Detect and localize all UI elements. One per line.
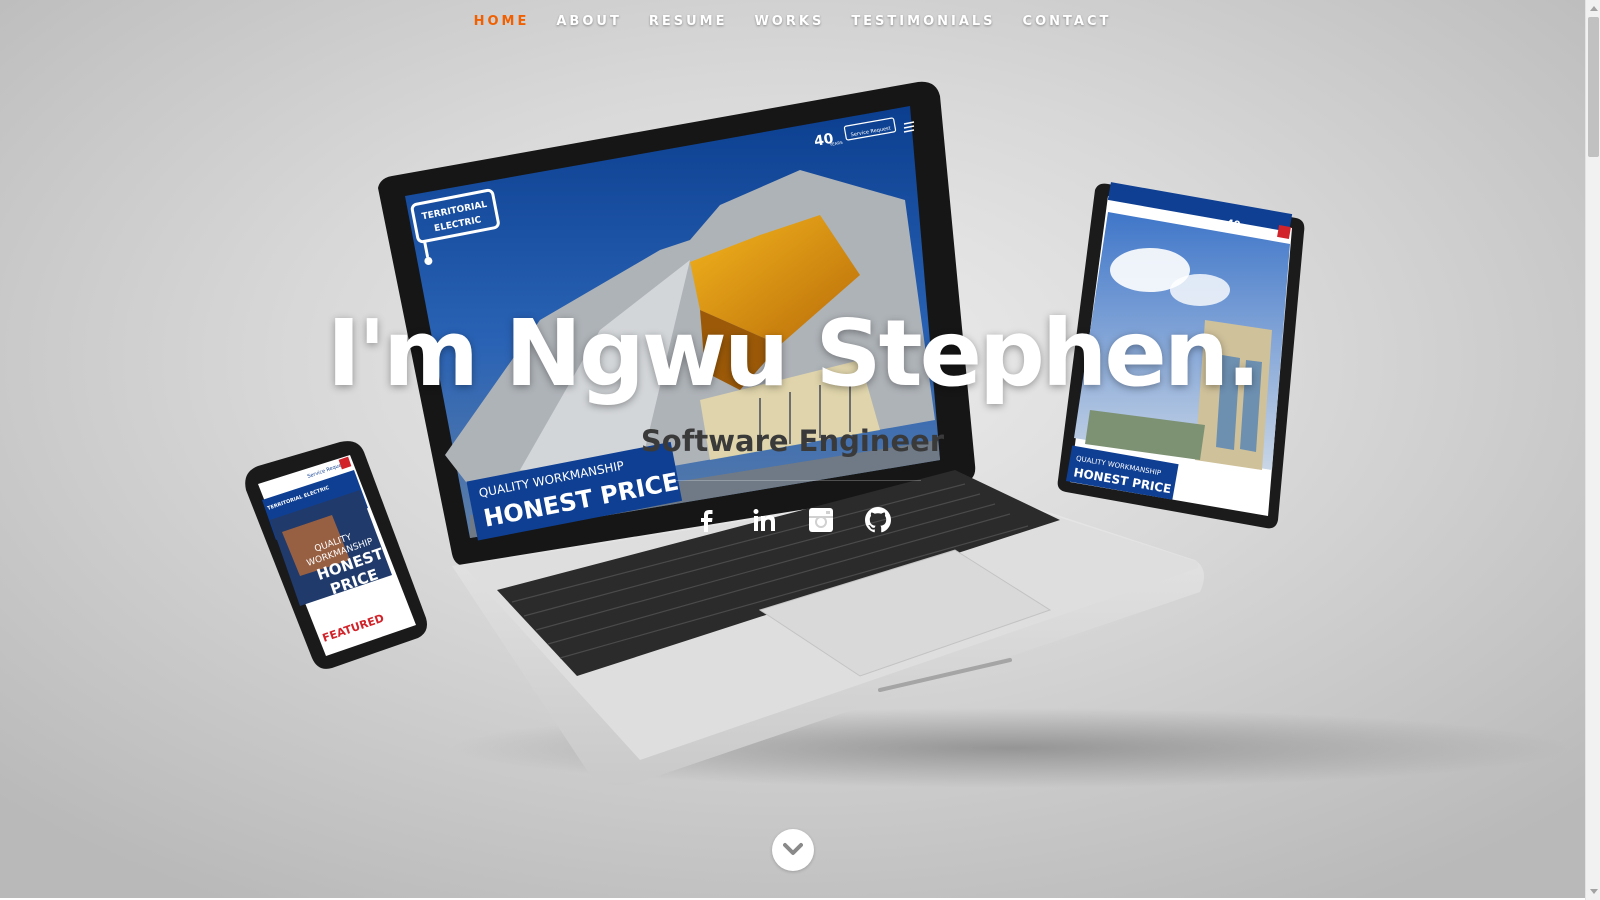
nav-works[interactable]: WORKS xyxy=(754,14,824,29)
scrollbar-thumb[interactable] xyxy=(1588,17,1599,157)
nav-resume[interactable]: RESUME xyxy=(649,14,728,29)
nav-testimonials[interactable]: TESTIMONIALS xyxy=(851,14,995,29)
hero-headline: I'm Ngwu Stephen. xyxy=(326,300,1262,407)
hero-divider xyxy=(665,480,921,481)
scroll-up-arrow-icon[interactable] xyxy=(1590,6,1598,11)
laptop-screen-badge: 40 xyxy=(813,131,835,150)
hero-section: Service Request 40 YEARS TERRITORIAL ELE… xyxy=(0,0,1585,900)
nav-home[interactable]: HOME xyxy=(474,14,530,29)
hero-subtitle: Software Engineer xyxy=(640,424,945,458)
phone-mockup: TERRITORIAL ELECTRIC Service Request QUA… xyxy=(245,441,427,669)
linkedin-icon[interactable] xyxy=(748,504,780,536)
main-nav: HOME ABOUT RESUME WORKS TESTIMONIALS CON… xyxy=(0,14,1585,29)
nav-contact[interactable]: CONTACT xyxy=(1023,14,1112,29)
instagram-icon[interactable] xyxy=(805,504,837,536)
page-scrollbar[interactable] xyxy=(1585,0,1600,900)
social-links xyxy=(0,504,1585,536)
scroll-down-button[interactable] xyxy=(772,829,814,871)
facebook-icon[interactable] xyxy=(691,504,723,536)
nav-about[interactable]: ABOUT xyxy=(556,14,621,29)
scroll-down-arrow-icon[interactable] xyxy=(1590,889,1598,894)
chevron-down-icon xyxy=(783,843,803,855)
github-icon[interactable] xyxy=(862,504,894,536)
